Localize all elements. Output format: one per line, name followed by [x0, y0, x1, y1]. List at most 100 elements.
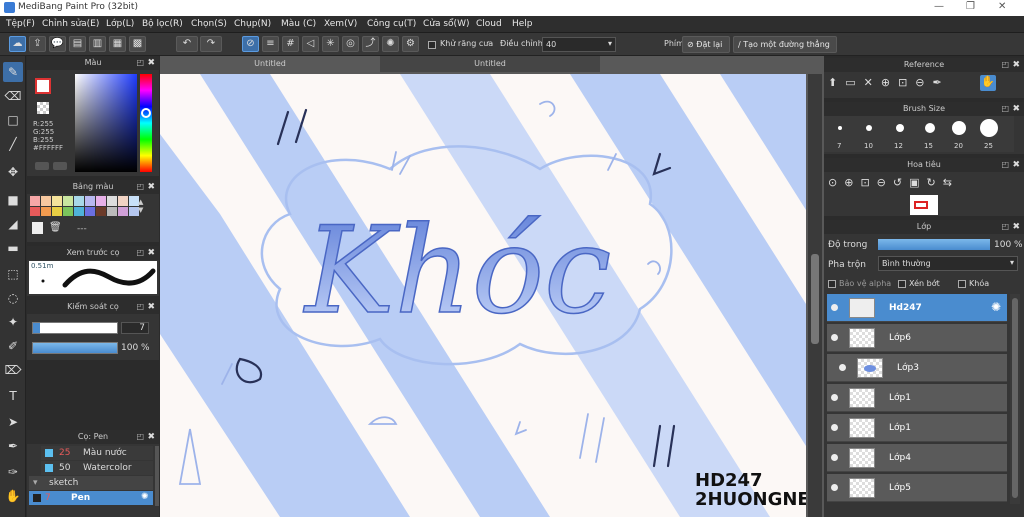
protect-alpha-option[interactable]: Bảo vệ alpha — [828, 279, 891, 288]
primary-color-swatch[interactable] — [35, 78, 51, 94]
gear-icon[interactable]: ✺ — [991, 300, 1001, 314]
maximize-icon[interactable]: ◰ — [136, 430, 144, 444]
reference-toolbar[interactable]: ⬆▭✕⊕⊡⊖✒ — [828, 76, 950, 89]
hand-icon[interactable]: ✋ — [980, 75, 996, 91]
text-tool-icon[interactable]: T — [3, 386, 23, 406]
snap-grid-icon[interactable]: # — [282, 36, 299, 52]
minimize-icon[interactable]: — — [934, 1, 944, 12]
share-icon[interactable]: ⇪ — [29, 36, 46, 52]
snap-parallel-icon[interactable]: ≡ — [262, 36, 279, 52]
palette-swatches[interactable] — [30, 196, 139, 216]
close-icon[interactable]: ✖ — [1012, 58, 1020, 72]
layer-row[interactable]: Hd247 ✺ — [827, 294, 1007, 322]
maximize-icon[interactable]: ◰ — [136, 246, 144, 260]
maximize-icon[interactable]: ◰ — [1001, 102, 1009, 116]
brush-opacity-slider[interactable] — [32, 342, 118, 354]
select-eraser-icon[interactable]: ⌦ — [3, 360, 23, 380]
layer-opacity-slider[interactable] — [878, 239, 990, 250]
tab-untitled-2[interactable]: Untitled — [380, 56, 600, 72]
snap-perspective-icon[interactable]: ◁ — [302, 36, 319, 52]
brush-item[interactable]: 50 Watercolor — [41, 461, 153, 475]
eraser-tool-icon[interactable]: ⌫ — [3, 86, 23, 106]
menu-window[interactable]: Cửa sổ(W) — [423, 19, 469, 29]
layer-row[interactable]: Lớp1 — [827, 384, 1007, 412]
select-pen-icon[interactable]: ✐ — [3, 336, 23, 356]
cloud-icon[interactable]: ☁ — [9, 36, 26, 52]
maximize-icon[interactable]: ◰ — [1001, 58, 1009, 72]
straight-line-button[interactable]: ∕ Tạo một đường thẳng — [733, 36, 837, 53]
lock-checkbox[interactable] — [958, 279, 966, 288]
gradient-tool-icon[interactable]: ▬ — [3, 238, 23, 258]
color-mode-button-2[interactable] — [53, 162, 67, 170]
visibility-icon[interactable] — [831, 454, 838, 461]
clip-checkbox[interactable] — [898, 279, 906, 288]
close-icon[interactable]: ✖ — [1012, 102, 1020, 116]
brush-list-scrollbar[interactable] — [155, 446, 159, 506]
menu-cloud[interactable]: Cloud — [476, 19, 502, 29]
menu-color[interactable]: Màu (C) — [281, 19, 316, 29]
brush-size-value[interactable]: 7 — [121, 322, 149, 334]
trash-icon[interactable]: 🗑 — [49, 222, 62, 234]
hand-tool-icon[interactable]: ✋ — [3, 486, 23, 506]
brush-group-sketch[interactable]: ▾ sketch — [29, 476, 153, 490]
grid-icon[interactable]: ▩ — [129, 36, 146, 52]
close-icon[interactable]: ✖ — [147, 300, 155, 314]
close-icon[interactable]: ✖ — [1012, 220, 1020, 234]
layer-row[interactable]: Lớp3 — [827, 354, 1007, 382]
visibility-icon[interactable] — [831, 334, 838, 341]
close-icon[interactable]: ✖ — [147, 430, 155, 444]
magic-wand-icon[interactable]: ✦ — [3, 312, 23, 332]
menu-file[interactable]: Tệp(F) — [6, 19, 35, 29]
close-icon[interactable]: ✕ — [998, 1, 1006, 12]
close-icon[interactable]: ✖ — [147, 56, 155, 70]
doc-icon[interactable]: ▤ — [69, 36, 86, 52]
maximize-icon[interactable]: ◰ — [136, 56, 144, 70]
brush-size-presets[interactable]: 7 10 12 15 20 25 — [824, 116, 1014, 152]
menu-select[interactable]: Chọn(S) — [191, 19, 227, 29]
settings-icon[interactable]: ✺ — [382, 36, 399, 52]
comment-icon[interactable]: 💬 — [49, 36, 66, 52]
visibility-icon[interactable] — [831, 394, 838, 401]
gear-icon[interactable]: ⚙ — [402, 36, 419, 52]
visibility-icon[interactable] — [831, 484, 838, 491]
clip-option[interactable]: Xén bớt — [898, 279, 940, 288]
snap-off-icon[interactable]: ⊘ — [242, 36, 259, 52]
lock-option[interactable]: Khóa — [958, 279, 989, 288]
select-rect-icon[interactable]: ⬚ — [3, 264, 23, 284]
move-tool-icon[interactable]: ✥ — [3, 162, 23, 182]
undo-icon[interactable]: ↶ — [176, 36, 198, 52]
menu-capture[interactable]: Chụp(N) — [234, 19, 271, 29]
antialias-checkbox[interactable] — [428, 41, 436, 49]
hue-slider[interactable] — [140, 74, 152, 172]
scroll-thumb[interactable] — [811, 254, 819, 344]
layer-row[interactable]: Lớp4 — [827, 444, 1007, 472]
color-field[interactable] — [75, 74, 137, 172]
visibility-icon[interactable] — [831, 304, 838, 311]
pen-tool-icon[interactable]: ✑ — [3, 462, 23, 482]
menu-help[interactable]: Help — [512, 19, 533, 29]
color-mode-button[interactable] — [35, 162, 49, 170]
tab-untitled-1[interactable]: Untitled — [200, 56, 340, 72]
palette-scroll-icon[interactable]: ▲ ▼ — [138, 198, 143, 214]
adjust-select[interactable]: 40 ▾ — [542, 37, 616, 52]
eyedropper-icon[interactable]: ✒ — [3, 436, 23, 456]
brush-item-selected[interactable]: 7 Pen ✺ — [29, 491, 153, 505]
visibility-icon[interactable] — [831, 424, 838, 431]
blend-select[interactable]: Bình thường ▾ — [878, 256, 1018, 271]
new-palette-icon[interactable] — [32, 222, 43, 234]
menu-edit[interactable]: Chỉnh sửa(E) — [42, 19, 99, 29]
visibility-icon[interactable] — [839, 364, 846, 371]
snap-circle-icon[interactable]: ◎ — [342, 36, 359, 52]
canvas-scrollbar[interactable] — [808, 74, 822, 517]
menu-filter[interactable]: Bộ lọc(R) — [142, 19, 183, 29]
reset-button[interactable]: ⊘ Đặt lại — [682, 36, 730, 53]
brush-item[interactable]: 25 Màu nước — [41, 446, 153, 460]
brush-tool-icon[interactable]: ✎ — [3, 62, 23, 82]
maximize-icon[interactable]: ◰ — [136, 180, 144, 194]
operation-tool-icon[interactable]: ➤ — [3, 412, 23, 432]
snap-curve-icon[interactable]: ⤴ — [362, 36, 379, 52]
maximize-icon[interactable]: ◰ — [1001, 220, 1009, 234]
close-icon[interactable]: ✖ — [147, 180, 155, 194]
menu-view[interactable]: Xem(V) — [324, 19, 357, 29]
fill-rect-icon[interactable]: ■ — [3, 190, 23, 210]
